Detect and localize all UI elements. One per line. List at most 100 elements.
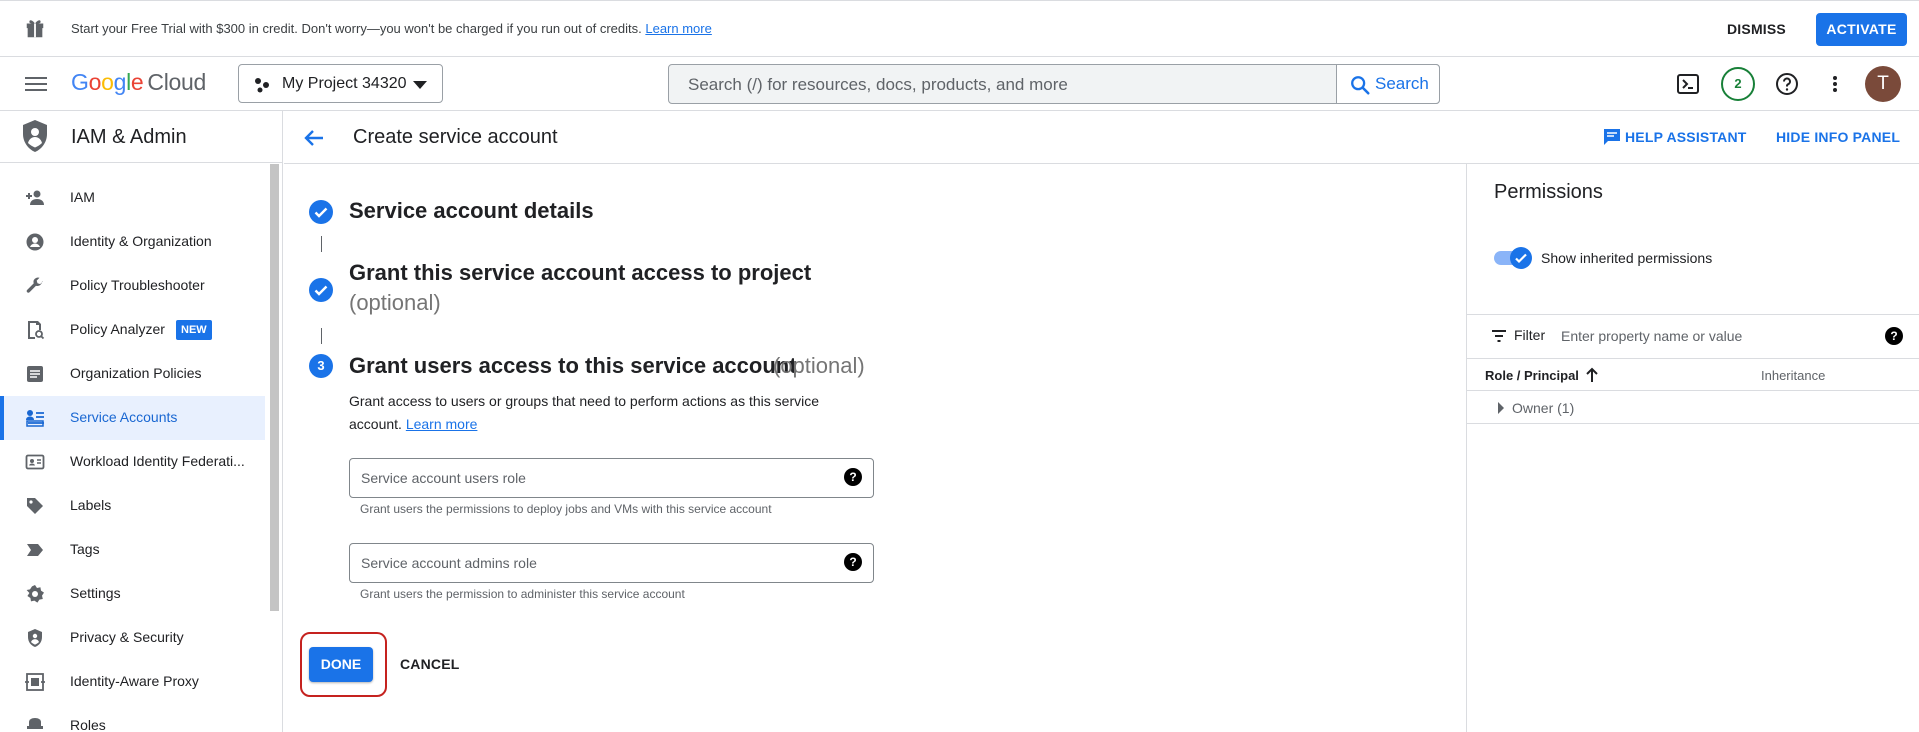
sidebar-item-workload-identity[interactable]: Workload Identity Federati... <box>0 440 265 484</box>
sidebar-item-roles[interactable]: Roles <box>0 704 265 732</box>
trial-banner: Start your Free Trial with $300 in credi… <box>0 0 1919 57</box>
users-role-hint: Grant users the permissions to deploy jo… <box>360 502 772 516</box>
tag-icon <box>25 496 45 516</box>
filter-icon <box>1490 327 1508 345</box>
step-3-optional: (optional) <box>773 353 865 378</box>
service-account-icon <box>25 408 45 428</box>
sidebar-item-labels[interactable]: Labels <box>0 484 265 528</box>
activate-button[interactable]: ACTIVATE <box>1816 13 1907 46</box>
owner-role-label: Owner (1) <box>1512 400 1575 416</box>
sidebar-item-label: Workload Identity Federati... <box>70 453 245 469</box>
logo-letter-g2: g <box>113 69 127 95</box>
sidebar-item-service-accounts[interactable]: Service Accounts <box>0 396 265 440</box>
sidebar-item-settings[interactable]: Settings <box>0 572 265 616</box>
id-card-icon <box>25 452 45 472</box>
sidebar-item-label: Labels <box>70 497 112 513</box>
project-selector[interactable]: My Project 34320 <box>238 64 443 103</box>
sidebar-item-label: Organization Policies <box>70 365 202 381</box>
divider <box>1467 358 1919 359</box>
roles-icon <box>25 716 45 732</box>
logo-letter-o1: o <box>88 69 102 95</box>
more-vertical-icon[interactable] <box>1826 71 1844 97</box>
policy-icon <box>25 320 45 340</box>
step-1-complete-icon <box>309 200 333 224</box>
sidebar-item-label: Policy Analyzer <box>70 321 165 337</box>
sidebar-item-privacy-security[interactable]: Privacy & Security <box>0 616 265 660</box>
admins-role-input[interactable]: Service account admins role <box>361 555 537 571</box>
shield-icon <box>25 628 45 648</box>
page-header: Create service account HELP ASSISTANT HI… <box>284 111 1919 164</box>
help-icon[interactable] <box>1774 71 1800 97</box>
google-cloud-logo[interactable]: Google Cloud <box>71 69 206 96</box>
sidebar-scrollbar[interactable] <box>270 164 279 611</box>
sidebar-item-iam[interactable]: IAM <box>0 176 265 220</box>
search-button-label: Search <box>1375 74 1429 93</box>
sort-ascending-icon[interactable] <box>1585 366 1599 384</box>
table-row[interactable]: Owner (1) <box>1467 390 1919 424</box>
permissions-info-panel: Permissions Show inherited permissions F… <box>1466 164 1919 732</box>
sidebar-item-label: Identity & Organization <box>70 233 212 249</box>
hide-info-panel-button[interactable]: HIDE INFO PANEL <box>1776 129 1900 145</box>
sidebar-item-label: Service Accounts <box>70 409 178 425</box>
step-1-title[interactable]: Service account details <box>349 198 594 224</box>
divider <box>1467 314 1919 315</box>
sidebar-item-tags[interactable]: Tags <box>0 528 265 572</box>
step-3-description: Grant access to users or groups that nee… <box>349 390 869 436</box>
logo-letter-e: e <box>130 69 144 95</box>
account-circle-icon <box>25 232 45 252</box>
step-2-complete-icon <box>309 278 333 302</box>
new-badge: NEW <box>176 320 212 340</box>
sidebar-item-label: Identity-Aware Proxy <box>70 673 199 689</box>
toggle-knob <box>1510 247 1532 269</box>
hamburger-menu-icon[interactable] <box>24 73 48 95</box>
help-question-icon[interactable]: ? <box>844 468 862 486</box>
avatar[interactable]: T <box>1865 66 1901 102</box>
sidebar-item-identity-aware-proxy[interactable]: Identity-Aware Proxy <box>0 660 265 704</box>
top-header: Google Cloud My Project 34320 Search (/) … <box>0 57 1919 111</box>
back-arrow-icon[interactable] <box>303 127 325 149</box>
proxy-icon <box>25 672 45 692</box>
project-hierarchy-icon <box>254 76 272 94</box>
step-3-number: 3 <box>309 354 333 378</box>
logo-letter-o2: o <box>101 69 114 95</box>
search-input[interactable]: Search (/) for resources, docs, products… <box>688 75 1068 95</box>
label-arrow-icon <box>25 540 45 560</box>
inherited-permissions-toggle[interactable] <box>1494 247 1532 269</box>
logo-letter-g: G <box>71 69 89 95</box>
search-button[interactable]: Search <box>1336 64 1440 104</box>
step-2-title[interactable]: Grant this service account access to pro… <box>349 260 811 286</box>
search-bar[interactable]: Search (/) for resources, docs, products… <box>668 64 1440 104</box>
cancel-button[interactable]: CANCEL <box>400 656 460 672</box>
admins-role-field[interactable]: Service account admins role ? <box>349 543 874 583</box>
sidebar: IAM & Admin IAM Identity & Organization … <box>0 111 283 732</box>
cloud-shell-icon[interactable] <box>1676 73 1700 95</box>
admins-role-hint: Grant users the permission to administer… <box>360 587 685 601</box>
dismiss-button[interactable]: DISMISS <box>1727 18 1786 40</box>
sidebar-item-identity-organization[interactable]: Identity & Organization <box>0 220 265 264</box>
document-icon <box>25 364 45 384</box>
column-header-role[interactable]: Role / Principal <box>1485 368 1579 383</box>
sidebar-item-policy-troubleshooter[interactable]: Policy Troubleshooter <box>0 264 265 308</box>
users-role-input[interactable]: Service account users role <box>361 470 526 486</box>
step-3-learn-more-link[interactable]: Learn more <box>406 416 478 432</box>
users-role-field[interactable]: Service account users role ? <box>349 458 874 498</box>
info-panel-title: Permissions <box>1494 181 1603 203</box>
expand-arrow-icon[interactable] <box>1498 402 1504 414</box>
done-button[interactable]: DONE <box>309 647 373 682</box>
person-add-icon <box>25 188 45 208</box>
step-connector <box>321 236 322 252</box>
page-title: Create service account <box>353 126 558 148</box>
help-question-icon[interactable]: ? <box>844 553 862 571</box>
sidebar-title: IAM & Admin <box>71 126 187 148</box>
iam-shield-icon <box>20 119 50 153</box>
trial-learn-more-link[interactable]: Learn more <box>645 21 711 36</box>
column-header-inheritance[interactable]: Inheritance <box>1761 368 1825 383</box>
filter-input[interactable]: Enter property name or value <box>1561 328 1742 344</box>
sidebar-item-organization-policies[interactable]: Organization Policies <box>0 352 265 396</box>
sidebar-item-label: Roles <box>70 717 106 732</box>
sidebar-item-policy-analyzer[interactable]: Policy Analyzer NEW <box>0 308 265 352</box>
filter-help-icon[interactable]: ? <box>1885 327 1903 345</box>
notification-badge[interactable]: 2 <box>1721 67 1755 101</box>
gear-icon <box>25 584 45 604</box>
logo-cloud-text: Cloud <box>147 69 207 95</box>
